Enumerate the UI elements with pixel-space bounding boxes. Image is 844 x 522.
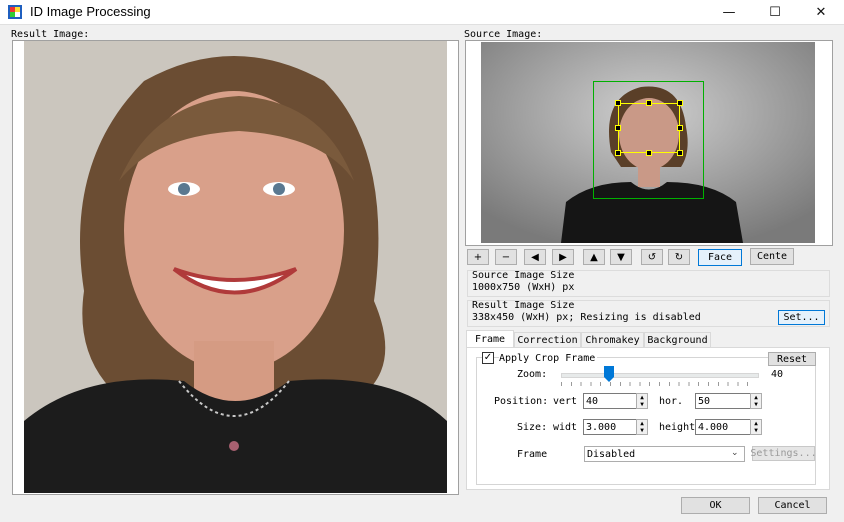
tab-chromakey[interactable]: Chromakey: [581, 332, 644, 348]
face-frame-handle[interactable]: [646, 100, 652, 106]
zoom-value: 40: [771, 369, 784, 380]
center-button[interactable]: Cente: [750, 248, 794, 265]
source-size-title: Source Image Size: [472, 270, 575, 281]
result-size-value: 338x450 (WxH) px; Resizing is disabled: [472, 312, 701, 323]
width-spinner[interactable]: ▲ ▼: [636, 419, 648, 435]
face-frame-handle[interactable]: [677, 150, 683, 156]
size-label: Size:: [517, 422, 548, 433]
frame-label: Frame: [517, 449, 548, 460]
maximize-button[interactable]: ☐: [752, 0, 798, 24]
settings-button[interactable]: Settings...: [750, 446, 817, 461]
position-label: Position:: [494, 396, 549, 407]
vert-input[interactable]: 40: [583, 393, 637, 409]
zoom-label: Zoom:: [517, 369, 548, 380]
width-label: widt: [553, 422, 578, 433]
cancel-button[interactable]: Cancel: [758, 497, 827, 514]
face-frame-handle[interactable]: [677, 100, 683, 106]
move-up-button[interactable]: ▲: [583, 249, 605, 265]
result-image-label: Result Image:: [11, 29, 90, 40]
window-title: ID Image Processing: [30, 4, 151, 19]
rotate-right-button[interactable]: ↻: [668, 249, 690, 265]
hor-spinner[interactable]: ▲ ▼: [750, 393, 762, 409]
chevron-down-icon: ⌄: [731, 448, 739, 458]
ok-button[interactable]: OK: [681, 497, 750, 514]
rotate-left-button[interactable]: ↺: [641, 249, 663, 265]
minimize-button[interactable]: —: [706, 0, 752, 24]
vert-label: vert: [553, 396, 578, 407]
zoom-slider-thumb[interactable]: [604, 366, 614, 382]
face-frame-handle[interactable]: [677, 125, 683, 131]
apply-crop-checkbox[interactable]: ✓: [482, 352, 494, 364]
result-size-title: Result Image Size: [472, 300, 575, 311]
source-size-value: 1000x750 (WxH) px: [472, 282, 575, 293]
height-spinner[interactable]: ▲ ▼: [750, 419, 762, 435]
zoom-slider-ticks: [561, 382, 757, 386]
hor-input[interactable]: 50: [695, 393, 751, 409]
face-frame-handle[interactable]: [615, 100, 621, 106]
vert-spinner[interactable]: ▲ ▼: [636, 393, 648, 409]
move-left-button[interactable]: ◀: [524, 249, 546, 265]
height-label: height: [659, 422, 696, 433]
source-image: [481, 42, 815, 243]
tab-frame[interactable]: Frame: [466, 330, 514, 348]
face-frame-handle[interactable]: [615, 150, 621, 156]
face-frame[interactable]: [618, 103, 680, 153]
zoom-in-button[interactable]: +: [467, 249, 489, 265]
frame-select[interactable]: Disabled: [584, 446, 745, 462]
apply-crop-label: Apply Crop Frame: [499, 353, 598, 364]
frame-select-value: Disabled: [587, 448, 636, 460]
reset-button[interactable]: Reset: [768, 352, 816, 366]
tab-correction[interactable]: Correction: [514, 332, 581, 348]
result-image-panel: [12, 40, 459, 495]
close-button[interactable]: ✕: [798, 0, 844, 24]
source-image-panel: [465, 40, 833, 246]
width-input[interactable]: 3.000: [583, 419, 637, 435]
app-icon: [8, 5, 22, 19]
height-input[interactable]: 4.000: [695, 419, 751, 435]
tab-background[interactable]: Background: [644, 332, 711, 348]
source-image-label: Source Image:: [464, 29, 543, 40]
face-frame-handle[interactable]: [615, 125, 621, 131]
move-right-button[interactable]: ▶: [552, 249, 574, 265]
move-down-button[interactable]: ▼: [610, 249, 632, 265]
face-button[interactable]: Face: [698, 249, 742, 266]
result-image: [24, 41, 447, 493]
zoom-slider-track[interactable]: [561, 373, 759, 378]
face-frame-handle[interactable]: [646, 150, 652, 156]
hor-label: hor.: [659, 396, 684, 407]
zoom-out-button[interactable]: −: [495, 249, 517, 265]
set-button[interactable]: Set...: [778, 310, 825, 325]
